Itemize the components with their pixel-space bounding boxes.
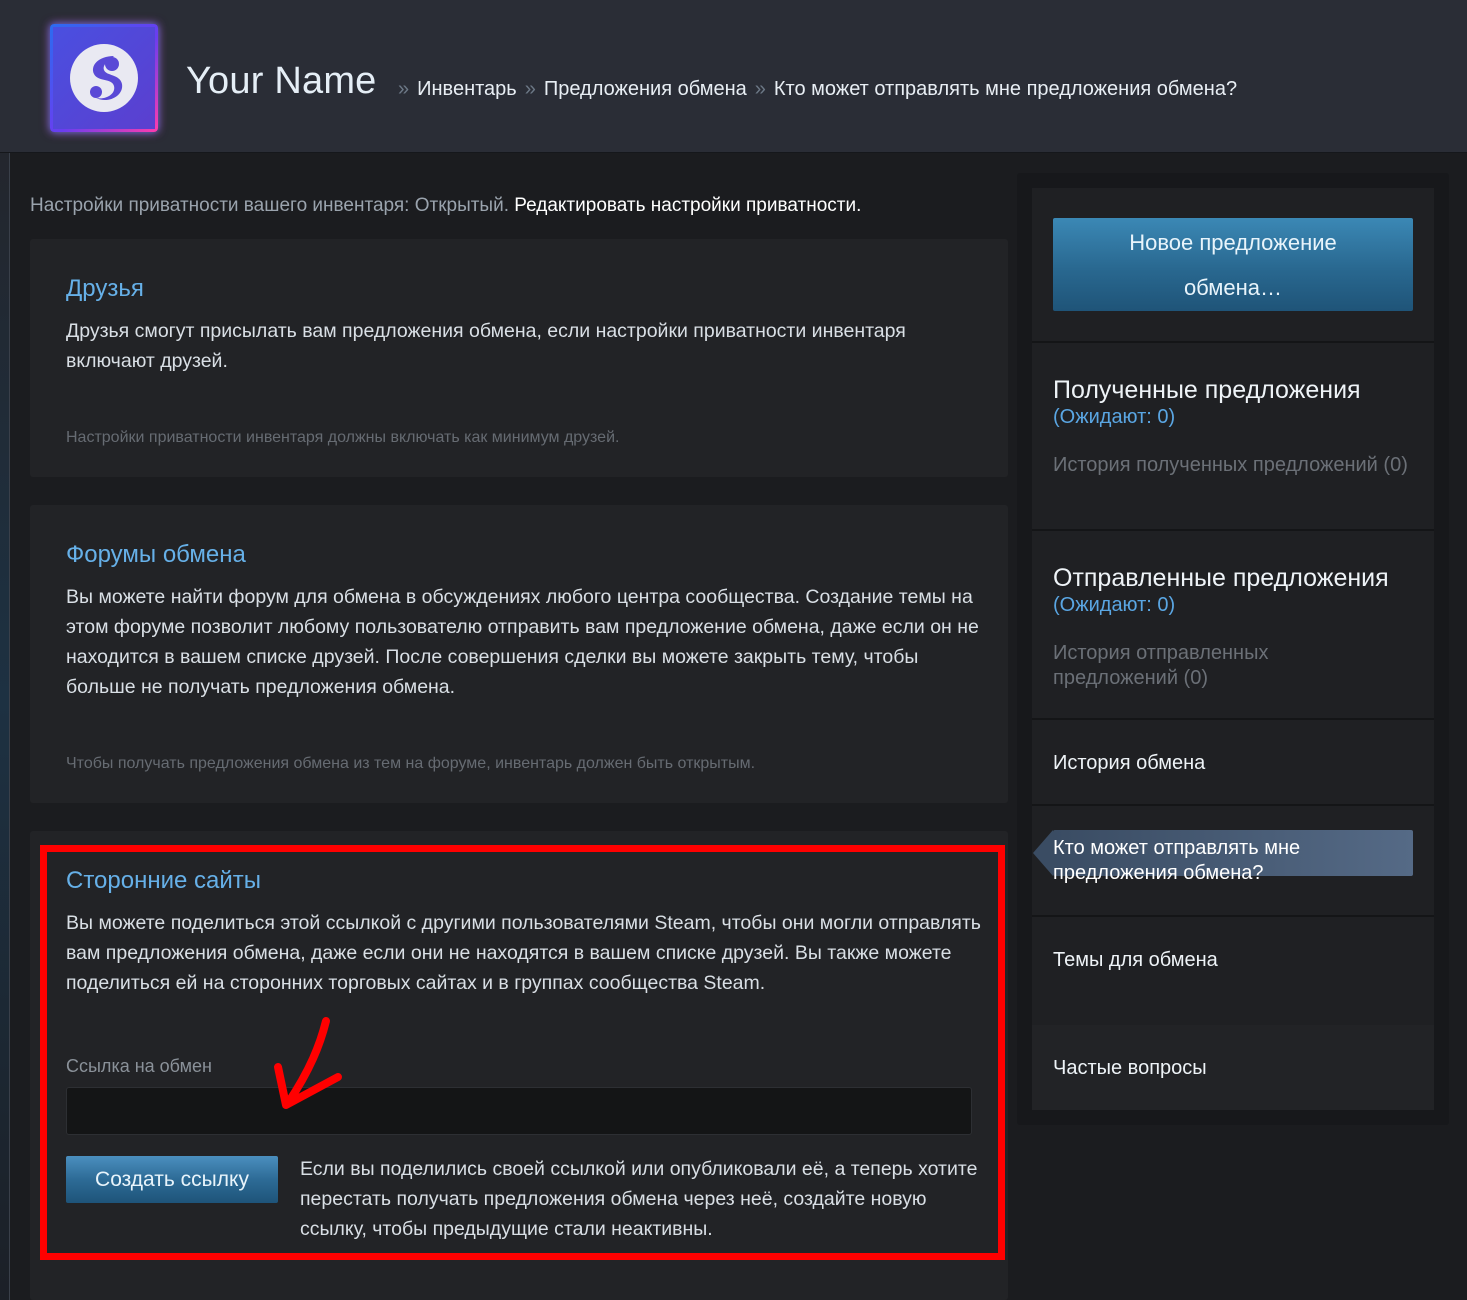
sidebar-divider <box>1032 718 1434 720</box>
privacy-label: Настройки приватности вашего инвентаря: … <box>30 195 509 216</box>
sent-offers-link[interactable]: Отправленные предложения <box>1053 564 1389 593</box>
red-arrow-icon <box>274 1017 342 1109</box>
sidebar-divider <box>1032 915 1434 917</box>
breadcrumb-separator: » <box>754 78 766 100</box>
privacy-status: Настройки приватности вашего инвентаря: … <box>30 195 861 217</box>
active-tab-pointer <box>1033 830 1053 876</box>
friends-note: Настройки приватности инвентаря должны в… <box>66 429 620 446</box>
left-edge-strip <box>0 0 10 1300</box>
breadcrumb-current: Кто может отправлять мне предложения обм… <box>773 78 1238 100</box>
sent-pending-count[interactable]: (Ожидают: 0) <box>1053 594 1175 617</box>
trade-topics-link[interactable]: Темы для обмена <box>1053 949 1218 972</box>
received-pending-count[interactable]: (Ожидают: 0) <box>1053 406 1175 429</box>
sidebar-divider <box>1032 341 1434 343</box>
breadcrumb: » Инвентарь » Предложения обмена » Кто может … <box>390 78 1237 101</box>
edit-privacy-link[interactable]: Редактировать настройки приватности. <box>514 195 861 216</box>
breadcrumb-separator: » <box>398 78 410 100</box>
forums-title: Форумы обмена <box>66 541 246 568</box>
new-trade-offer-button[interactable]: Новое предложение обмена… <box>1053 218 1413 311</box>
forums-text: Вы можете найти форум для обмена в обсуж… <box>66 586 979 698</box>
highlight-box <box>40 845 1005 1260</box>
sidebar-divider <box>1032 804 1434 806</box>
received-offers-link[interactable]: Полученные предложения <box>1053 376 1361 405</box>
page-header: Your Name » Инвентарь» Предложения обмена»… <box>0 0 1467 153</box>
profile-name[interactable]: Your Name <box>186 60 377 103</box>
breadcrumb-inventory[interactable]: Инвентарь <box>417 78 517 100</box>
friends-title: Друзья <box>66 275 144 302</box>
sidebar-divider <box>1032 529 1434 531</box>
forums-section: Форумы обмена Вы можете найти форум для … <box>30 505 1008 803</box>
sidebar: Новое предложение обмена… Полученные пре… <box>1017 173 1449 1125</box>
friends-section: Друзья Друзья смогут присылать вам предл… <box>30 239 1008 477</box>
who-can-send-label[interactable]: Кто может отправлять мне предложения обм… <box>1053 836 1383 886</box>
sent-history-link[interactable]: История отправленных предложений (0) <box>1053 641 1333 691</box>
faq-link[interactable]: Частые вопросы <box>1053 1057 1207 1080</box>
avatar[interactable] <box>50 24 158 132</box>
new-offer-label-line1: Новое предложение <box>1129 230 1337 255</box>
new-offer-label-line2: обмена… <box>1183 275 1283 300</box>
received-history-link[interactable]: История полученных предложений (0) <box>1053 453 1413 478</box>
forums-note: Чтобы получать предложения обмена из тем… <box>66 755 756 772</box>
steam-logo-icon <box>53 27 155 129</box>
friends-text: Друзья смогут присылать вам предложения … <box>66 320 906 372</box>
breadcrumb-separator: » <box>524 78 536 100</box>
breadcrumb-trade-offers[interactable]: Предложения обмена <box>544 78 747 100</box>
trade-history-link[interactable]: История обмена <box>1053 752 1205 775</box>
